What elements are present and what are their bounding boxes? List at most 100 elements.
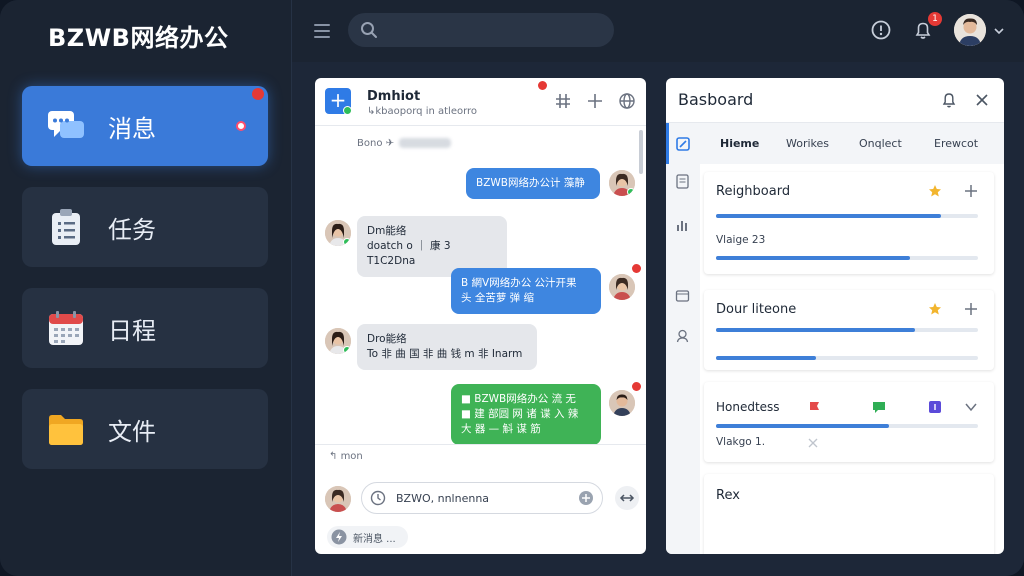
add-icon[interactable] bbox=[964, 302, 978, 316]
unread-dot bbox=[538, 81, 547, 90]
add-icon[interactable] bbox=[586, 92, 604, 110]
app-window: BZWB网络办公 消息 任务 日程 文件 1 + Dmhiot ↳kbaopor… bbox=[0, 0, 1024, 576]
info-icon[interactable] bbox=[870, 19, 892, 41]
avatar bbox=[325, 486, 351, 512]
top-bar: 1 bbox=[292, 0, 1024, 62]
card-title: Reighboard bbox=[716, 184, 791, 199]
dashboard-card[interactable]: Reighboard Vlaige 23 bbox=[704, 172, 994, 274]
scrollbar[interactable] bbox=[639, 130, 643, 174]
sidebar-item-schedule[interactable]: 日程 bbox=[22, 288, 268, 368]
avatar bbox=[325, 328, 351, 354]
online-indicator bbox=[343, 106, 352, 115]
user-avatar[interactable] bbox=[954, 14, 986, 46]
user-icon[interactable] bbox=[675, 328, 690, 343]
tab-works[interactable]: Worikes bbox=[786, 137, 829, 150]
notification-badge: 1 bbox=[928, 12, 942, 26]
dashboard-title: Basboard bbox=[678, 90, 754, 109]
folder-icon bbox=[46, 409, 86, 449]
app-title: BZWB网络办公 bbox=[48, 24, 229, 52]
tab-home[interactable]: Hieme bbox=[720, 137, 759, 150]
sidebar-item-messages[interactable]: 消息 bbox=[22, 86, 268, 166]
card-title: Honedtess bbox=[716, 400, 780, 414]
folder-icon[interactable] bbox=[675, 288, 690, 303]
message-input-value: BZWO, nnlnenna bbox=[396, 491, 490, 505]
chevron-down-icon[interactable] bbox=[994, 27, 1004, 35]
progress-bar bbox=[716, 328, 978, 332]
star-icon[interactable] bbox=[928, 302, 942, 316]
avatar bbox=[609, 274, 635, 300]
search-icon bbox=[361, 22, 377, 38]
sidebar-item-label: 日程 bbox=[108, 316, 156, 345]
chat-title: Dmhiot bbox=[367, 89, 421, 104]
attach-icon[interactable] bbox=[578, 490, 594, 506]
card-subtitle: Vlakgo 1. bbox=[716, 436, 766, 448]
message-bubble[interactable]: B 網V网络办公 公汁开果 头 全苦萝 弹 缩 bbox=[451, 268, 601, 314]
clock-icon bbox=[370, 490, 386, 506]
dashboard-card[interactable]: Rex bbox=[704, 474, 994, 554]
sidebar-item-files[interactable]: 文件 bbox=[22, 389, 268, 469]
edit-icon[interactable] bbox=[675, 136, 691, 152]
message-text: To 非 曲 国 非 曲 钱 m 非 Inarm bbox=[367, 348, 523, 360]
avatar bbox=[609, 390, 635, 416]
unread-dot bbox=[632, 382, 641, 391]
dashboard-panel: Basboard Hieme Worikes Onqlect Erewcot R… bbox=[666, 78, 1004, 554]
close-icon[interactable] bbox=[808, 438, 818, 448]
card-subtitle: Vlaige 23 bbox=[716, 234, 766, 246]
message-input[interactable]: BZWO, nnlnenna bbox=[361, 482, 603, 514]
sidebar-item-label: 文件 bbox=[108, 417, 156, 446]
message-bubble[interactable]: Dro能络 To 非 曲 国 非 曲 钱 m 非 Inarm bbox=[357, 324, 537, 370]
clipboard-icon bbox=[46, 207, 86, 247]
star-icon[interactable] bbox=[928, 184, 942, 198]
menu-icon[interactable] bbox=[314, 24, 330, 38]
chat-panel: + Dmhiot ↳kbaoporq in atleorro Bono ✈ BZ… bbox=[315, 78, 646, 554]
search-input[interactable] bbox=[348, 13, 614, 47]
dashboard-tabs: Hieme Worikes Onqlect Erewcot bbox=[666, 122, 1004, 165]
reply-icon: ↰ bbox=[329, 451, 341, 462]
bookmark-icon[interactable] bbox=[928, 400, 942, 414]
sidebar: BZWB网络办公 消息 任务 日程 文件 bbox=[0, 0, 292, 576]
status-text: 新消息 ... bbox=[353, 533, 396, 545]
calendar-icon bbox=[46, 308, 86, 348]
dashboard-rail bbox=[666, 164, 700, 554]
pin-icon[interactable] bbox=[554, 92, 572, 110]
dashboard-card[interactable]: Dour liteone bbox=[704, 290, 994, 370]
chat-subtitle: ↳kbaoporq in atleorro bbox=[367, 106, 478, 117]
arrows-icon bbox=[619, 494, 635, 502]
card-title: Rex bbox=[716, 488, 740, 503]
active-tab-indicator bbox=[666, 123, 669, 165]
tab-framework[interactable]: Erewcot bbox=[934, 137, 978, 150]
close-icon[interactable] bbox=[974, 92, 990, 108]
sidebar-item-tasks[interactable]: 任务 bbox=[22, 187, 268, 267]
chart-icon[interactable] bbox=[675, 218, 690, 233]
globe-icon[interactable] bbox=[618, 92, 636, 110]
sidebar-item-label: 消息 bbox=[108, 114, 156, 143]
typing-indicator: ↰ mon bbox=[329, 451, 363, 462]
add-icon[interactable] bbox=[964, 184, 978, 198]
flag-icon[interactable] bbox=[808, 400, 822, 414]
chevron-down-icon[interactable] bbox=[964, 400, 978, 414]
lightning-icon bbox=[331, 529, 347, 545]
message-sender: Dm能络 bbox=[367, 225, 407, 237]
sidebar-item-label: 任务 bbox=[108, 215, 156, 244]
document-icon[interactable] bbox=[675, 174, 690, 189]
message-bubble[interactable]: ■ BZWB网络办公 流 无 ■ 建 部圆 网 诸 谍 入 辣 大 器 — 斛 … bbox=[451, 384, 601, 445]
progress-bar bbox=[716, 256, 978, 260]
avatar bbox=[609, 170, 635, 196]
message-bubble[interactable]: BZWB网络办公计 藻静 bbox=[466, 168, 600, 199]
tab-project[interactable]: Onqlect bbox=[859, 137, 902, 150]
more-options-button[interactable] bbox=[615, 486, 639, 510]
progress-bar bbox=[716, 356, 978, 360]
status-pill[interactable]: 新消息 ... bbox=[327, 526, 408, 548]
progress-bar bbox=[716, 424, 978, 428]
unread-dot bbox=[252, 88, 264, 100]
avatar bbox=[325, 220, 351, 246]
dashboard-card[interactable]: Honedtess Vlakgo 1. bbox=[704, 382, 994, 462]
progress-bar bbox=[716, 214, 978, 218]
chat-header: + Dmhiot ↳kbaoporq in atleorro bbox=[315, 78, 646, 126]
status-indicator bbox=[236, 121, 246, 131]
message-sender: Dro能络 bbox=[367, 333, 407, 345]
bell-icon[interactable] bbox=[940, 91, 958, 109]
comment-icon[interactable] bbox=[872, 400, 886, 414]
message-text: doatch o ｜ 康 3 T1C2Dna bbox=[367, 240, 451, 267]
blurred-text bbox=[399, 138, 451, 148]
